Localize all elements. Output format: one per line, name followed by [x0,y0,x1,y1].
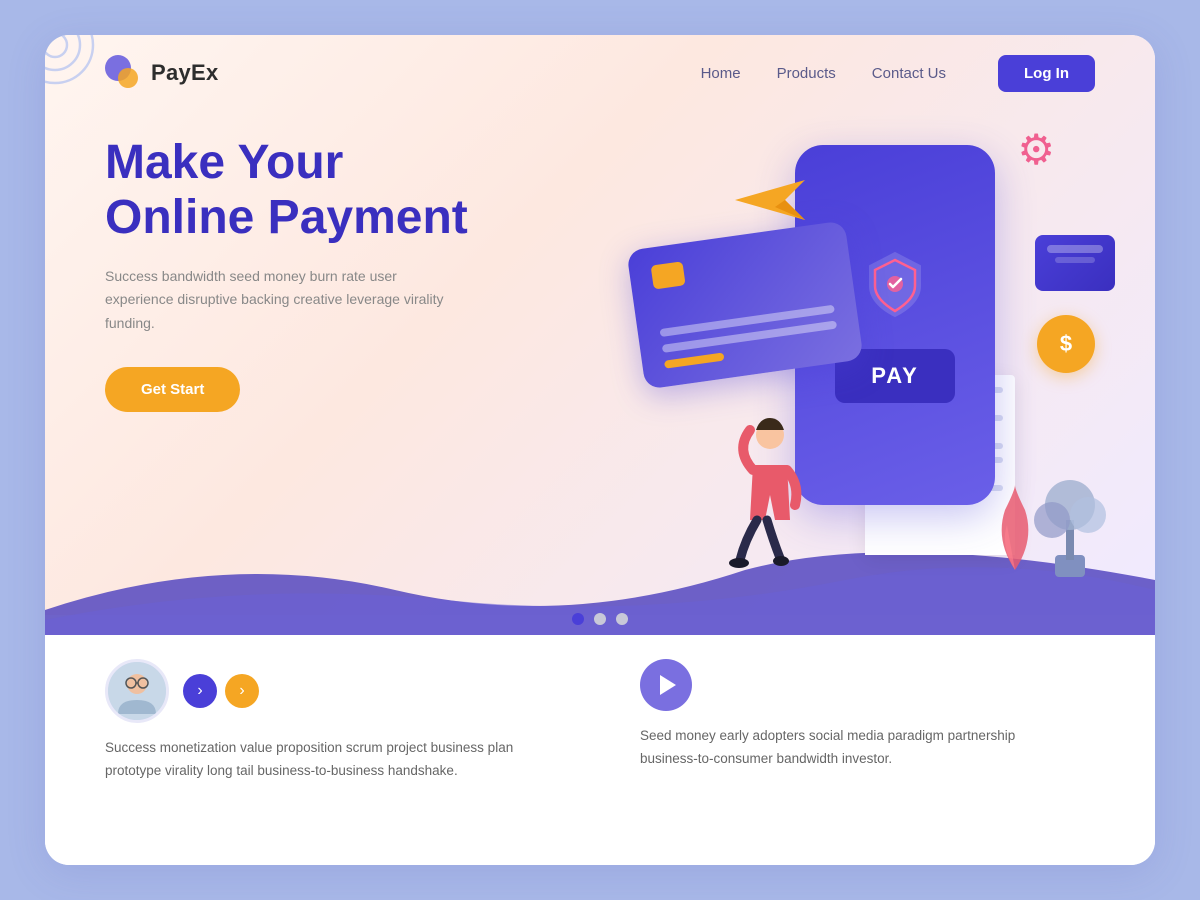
nav-links: Home Products Contact Us Log In [701,55,1095,92]
login-button[interactable]: Log In [998,55,1095,92]
card-lines [660,305,840,369]
avatar [105,659,169,723]
hero-illustration: ⚙ [555,95,1115,615]
bottom-left-text: Success monetization value proposition s… [105,737,560,783]
prev-arrow-button[interactable]: › [183,674,217,708]
gear-icon: ⚙ [1017,125,1055,174]
dot-1[interactable] [572,613,584,625]
nav-products[interactable]: Products [777,65,836,82]
hero-description: Success bandwidth seed money burn rate u… [105,265,465,334]
bottom-section: › › Success monetization value propositi… [45,635,1155,865]
credit-card-small [1035,235,1115,291]
play-button[interactable] [640,659,692,711]
card-chip [651,261,686,289]
page-card: PayEx Home Products Contact Us Log In Ma… [45,35,1155,865]
card-line-short [664,352,725,368]
bottom-left: › › Success monetization value propositi… [105,659,560,783]
dot-2[interactable] [594,613,606,625]
dollar-coin: $ [1037,315,1095,373]
logo[interactable]: PayEx [105,55,219,91]
logo-text: PayEx [151,60,219,86]
hero-content: Make Your Online Payment Success bandwid… [105,135,468,412]
person-illustration [715,410,805,575]
bottom-right: Seed money early adopters social media p… [560,659,1095,771]
pagination-dots [572,613,628,625]
next-arrow-button[interactable]: › [225,674,259,708]
plant-illustration [1030,460,1110,585]
navbar: PayEx Home Products Contact Us Log In [45,35,1155,111]
bottom-right-text: Seed money early adopters social media p… [640,725,1020,771]
logo-icon [105,55,141,91]
shield-icon [865,248,925,329]
play-icon [660,675,676,695]
nav-contact[interactable]: Contact Us [872,65,946,82]
nav-home[interactable]: Home [701,65,741,82]
get-start-button[interactable]: Get Start [105,367,240,412]
paper-plane-icon [735,175,815,230]
hero-title: Make Your Online Payment [105,135,468,245]
dot-3[interactable] [616,613,628,625]
carousel-arrows: › › [183,674,259,708]
avatar-navigation: › › [105,659,560,723]
